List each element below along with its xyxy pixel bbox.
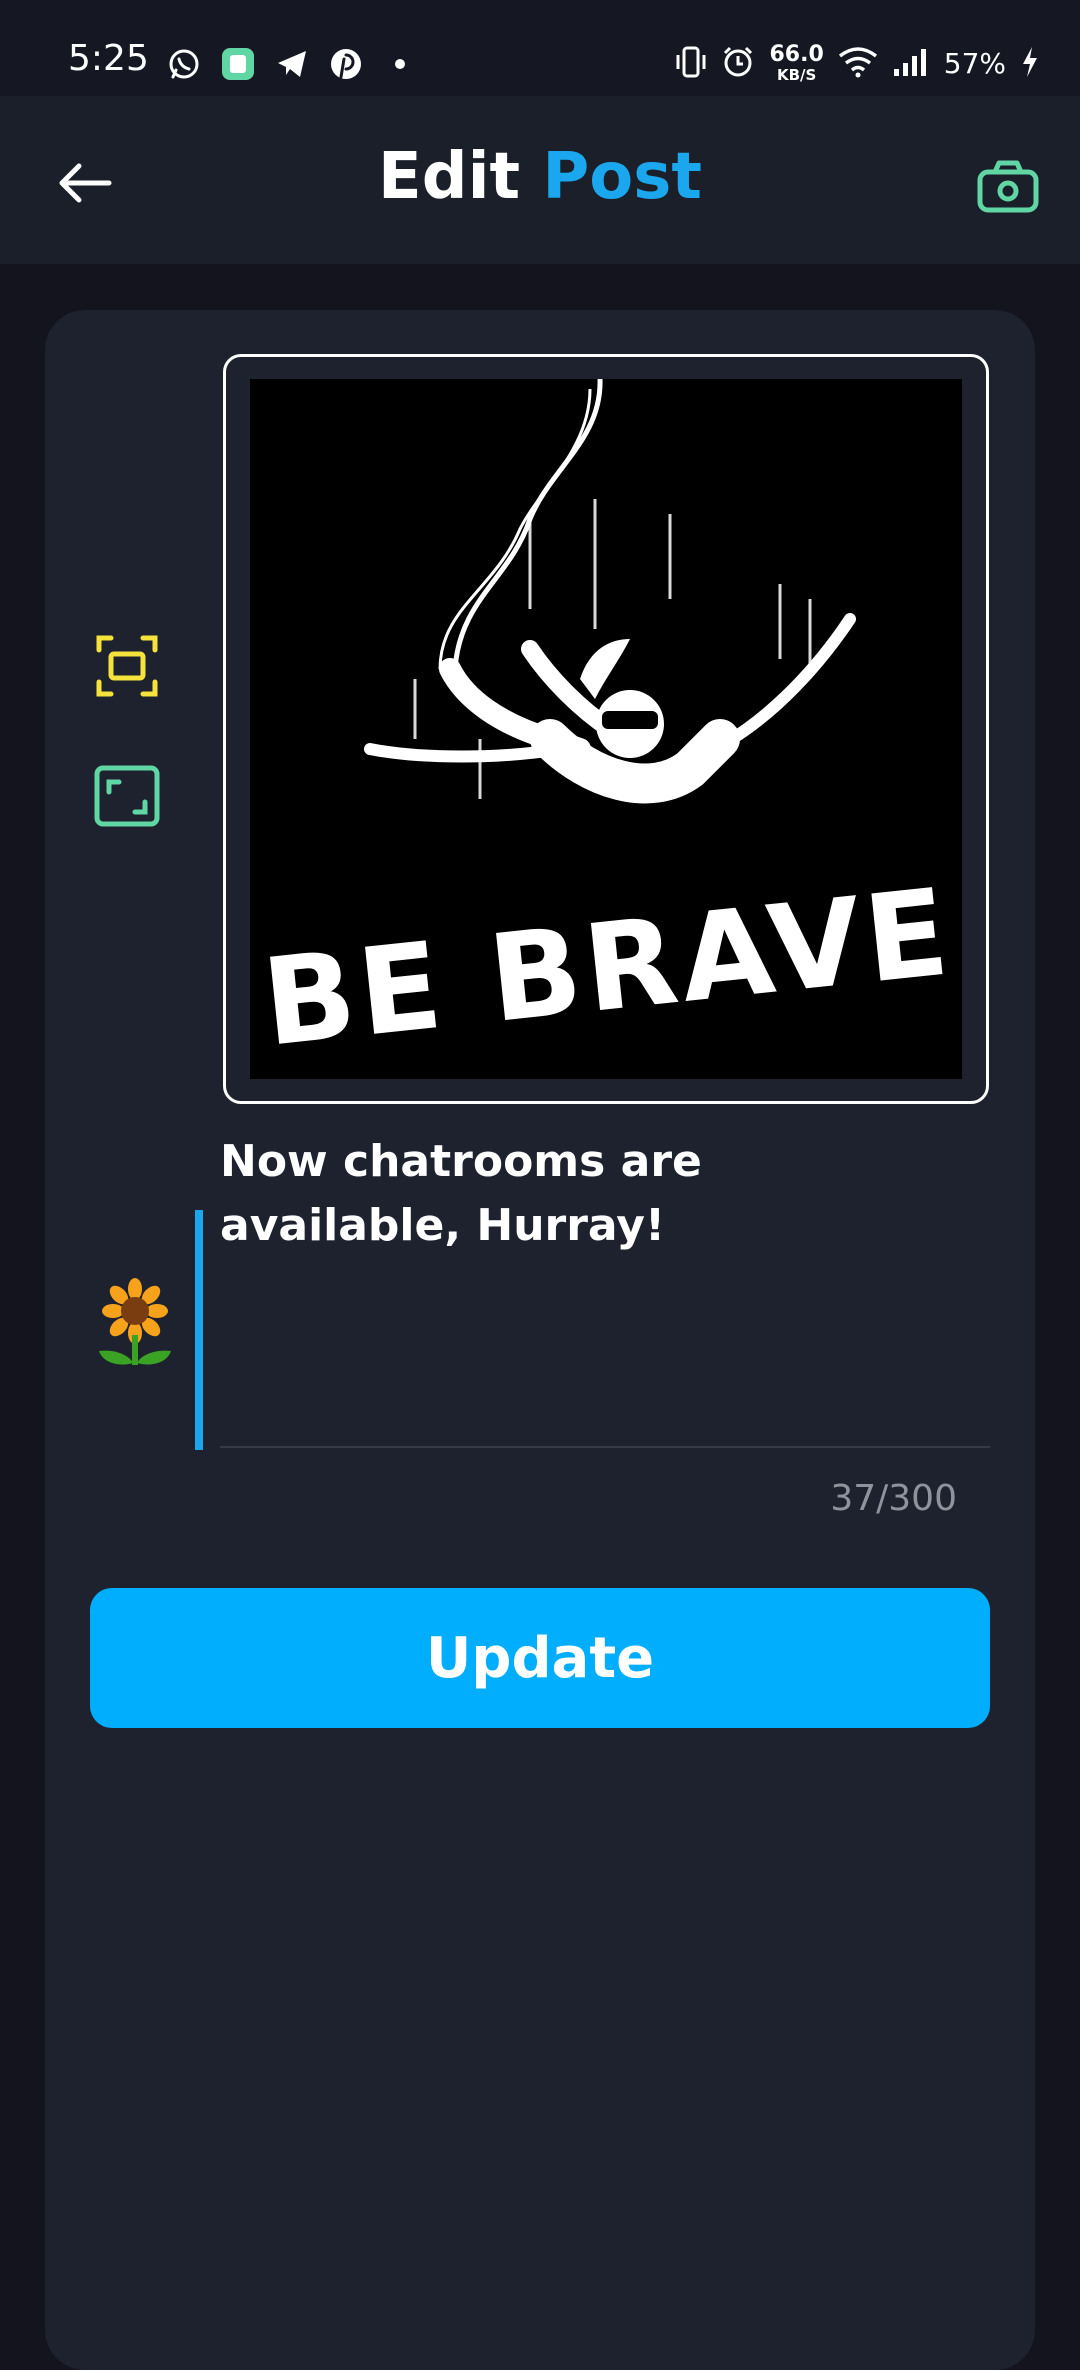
vibrate-icon xyxy=(675,45,707,83)
page-title: Edit Post xyxy=(0,140,1080,214)
system-icons: 66.0 KB/S 57% xyxy=(675,44,1040,83)
be-brave-illustration: BE BRAVE xyxy=(250,379,962,1079)
caption-underline xyxy=(220,1446,990,1448)
page-title-post: Post xyxy=(542,140,702,214)
alarm-icon xyxy=(721,45,755,83)
camera-button[interactable] xyxy=(972,150,1044,222)
caption-focus-bar xyxy=(195,1210,203,1450)
charging-icon xyxy=(1020,45,1040,83)
camera-icon xyxy=(977,160,1039,213)
aspect-ratio-button[interactable] xyxy=(91,760,163,832)
status-time: 5:25 xyxy=(68,38,149,79)
network-speed: 66.0 KB/S xyxy=(769,44,823,83)
aspect-ratio-icon xyxy=(94,765,160,827)
post-image: BE BRAVE xyxy=(250,379,962,1079)
net-speed-value: 66.0 xyxy=(769,42,824,67)
page-title-edit: Edit xyxy=(378,140,543,214)
telegram-icon xyxy=(274,46,310,82)
notification-icons xyxy=(166,46,418,82)
post-image-frame[interactable]: BE BRAVE xyxy=(223,354,989,1104)
caption-input[interactable]: Now chatrooms are available, Hurray! xyxy=(220,1130,990,1450)
update-button[interactable]: Update xyxy=(90,1588,990,1728)
app-header: Edit Post xyxy=(0,96,1080,264)
edit-post-card: BE BRAVE Now chatrooms are available, Hu… xyxy=(45,310,1035,2370)
battery-percent: 57% xyxy=(943,47,1006,80)
crop-icon xyxy=(96,635,158,697)
pinterest-icon xyxy=(328,46,364,82)
wifi-icon xyxy=(838,46,878,82)
whatsapp-icon xyxy=(166,46,202,82)
caption-text[interactable]: Now chatrooms are available, Hurray! xyxy=(220,1130,940,1258)
sunflower-emoji-icon[interactable] xyxy=(95,1275,175,1370)
character-counter: 37/300 xyxy=(830,1478,957,1519)
crop-tool-button[interactable] xyxy=(91,630,163,702)
dot-icon xyxy=(382,46,418,82)
app-icon xyxy=(220,46,256,82)
signal-icon xyxy=(892,47,930,81)
net-speed-unit: KB/S xyxy=(776,66,817,84)
status-bar: 5:25 66.0 KB/S 57% xyxy=(0,0,1080,96)
